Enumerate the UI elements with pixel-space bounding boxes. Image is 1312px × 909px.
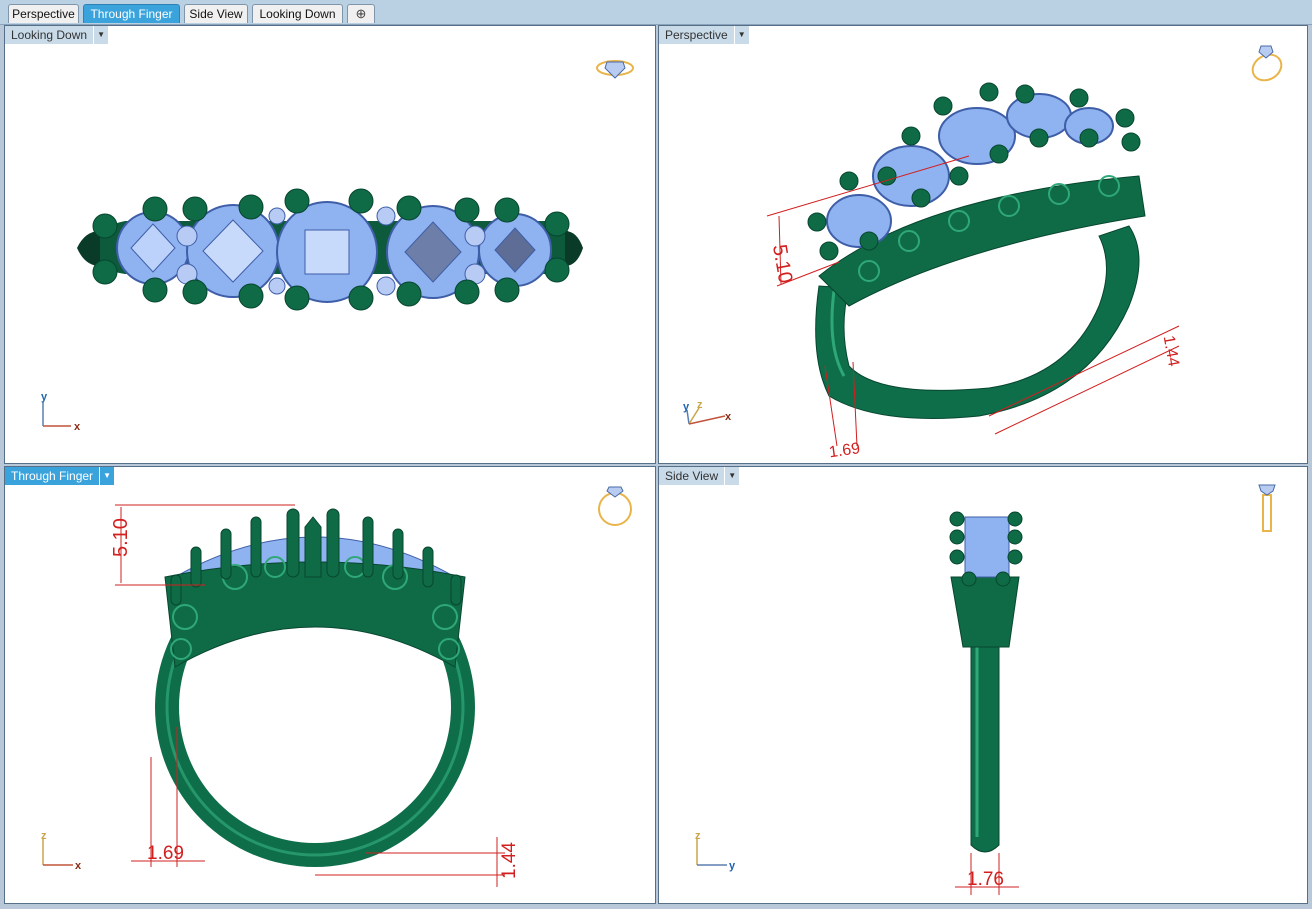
add-tab-button[interactable]: ⊕ bbox=[347, 4, 375, 23]
viewport-title-side-view[interactable]: Side View ▼ bbox=[659, 467, 740, 485]
svg-text:1.44: 1.44 bbox=[499, 842, 520, 879]
view-orientation-icon[interactable] bbox=[1258, 484, 1276, 532]
svg-text:1.69: 1.69 bbox=[828, 440, 861, 461]
chevron-down-icon[interactable]: ▼ bbox=[725, 467, 740, 485]
chevron-down-icon[interactable]: ▼ bbox=[734, 26, 749, 44]
viewport-title-perspective[interactable]: Perspective ▼ bbox=[659, 26, 749, 44]
tab-through-finger[interactable]: Through Finger bbox=[83, 4, 180, 23]
viewport-through-finger[interactable]: Through Finger ▼ 5.10 1.69 1.44 z x bbox=[4, 466, 656, 904]
ring-perspective-render: 5.10 1.69 1.44 y z x bbox=[683, 45, 1286, 461]
viewport-title-label: Side View bbox=[659, 467, 726, 485]
ring-top-render: y x bbox=[41, 60, 634, 433]
svg-text:z: z bbox=[41, 830, 47, 842]
viewport-title-looking-down[interactable]: Looking Down ▼ bbox=[5, 26, 109, 44]
tab-perspective[interactable]: Perspective bbox=[8, 4, 79, 23]
svg-text:5.10: 5.10 bbox=[110, 518, 132, 557]
svg-text:5.10: 5.10 bbox=[768, 243, 796, 285]
view-orientation-icon[interactable] bbox=[598, 486, 632, 526]
viewport-tab-bar: Perspective Through Finger Side View Loo… bbox=[0, 0, 1312, 25]
svg-text:y: y bbox=[729, 860, 736, 872]
svg-text:z: z bbox=[695, 830, 701, 842]
chevron-down-icon[interactable]: ▼ bbox=[100, 467, 115, 485]
viewport-side-view[interactable]: Side View ▼ 1.76 z y bbox=[658, 466, 1308, 904]
tab-side-view[interactable]: Side View bbox=[184, 4, 248, 23]
view-orientation-icon[interactable] bbox=[596, 60, 634, 79]
svg-text:x: x bbox=[725, 411, 732, 423]
svg-text:z: z bbox=[697, 399, 703, 411]
viewport-title-label: Through Finger bbox=[5, 467, 101, 485]
ring-front-render: 5.10 1.69 1.44 z x bbox=[41, 486, 632, 887]
svg-text:x: x bbox=[75, 860, 82, 872]
svg-text:1.76: 1.76 bbox=[967, 869, 1004, 890]
axis-widget: z y bbox=[695, 830, 736, 872]
gem-stones bbox=[116, 201, 552, 303]
axis-widget: z x bbox=[41, 830, 82, 872]
viewport-looking-down[interactable]: Looking Down ▼ y x bbox=[4, 25, 656, 464]
svg-text:y: y bbox=[41, 391, 48, 403]
viewport-title-label: Perspective bbox=[659, 26, 735, 44]
svg-text:x: x bbox=[74, 421, 81, 433]
plus-icon: ⊕ bbox=[355, 6, 367, 21]
svg-text:1.69: 1.69 bbox=[147, 843, 184, 864]
ring-side-render: 1.76 z y bbox=[695, 484, 1276, 895]
svg-text:y: y bbox=[683, 401, 690, 413]
axis-widget: y x bbox=[41, 391, 81, 433]
tab-looking-down[interactable]: Looking Down bbox=[252, 4, 343, 23]
svg-text:1.44: 1.44 bbox=[1160, 334, 1182, 368]
viewport-perspective[interactable]: Perspective ▼ 5.10 1.69 1.44 y z x bbox=[658, 25, 1308, 464]
viewport-title-label: Looking Down bbox=[5, 26, 95, 44]
chevron-down-icon[interactable]: ▼ bbox=[94, 26, 109, 44]
viewport-title-through-finger[interactable]: Through Finger ▼ bbox=[5, 467, 115, 485]
view-orientation-icon[interactable] bbox=[1248, 45, 1286, 85]
axis-widget: y z x bbox=[683, 399, 732, 425]
